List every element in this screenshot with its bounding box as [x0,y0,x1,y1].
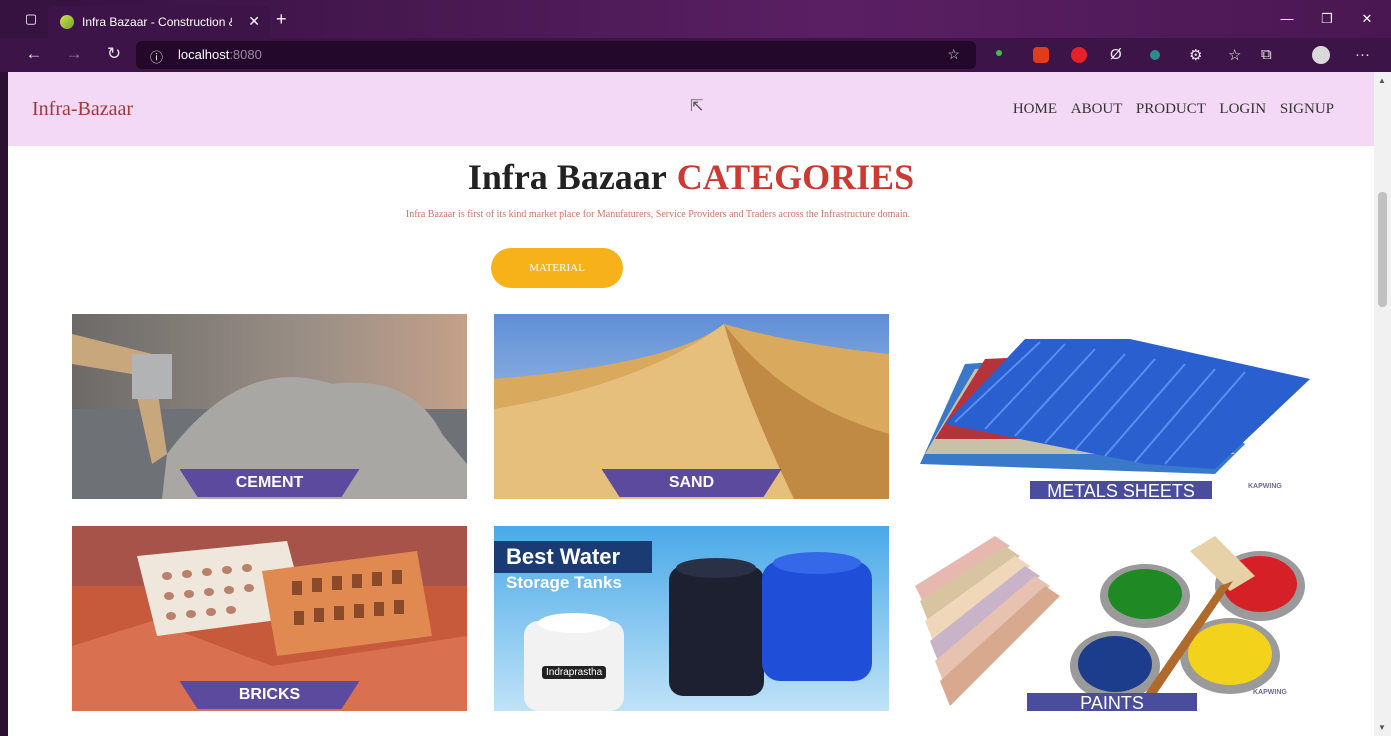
kapwing-watermark: KAPWING [1248,483,1282,490]
tab-actions-icon[interactable]: ▢ [22,10,40,28]
address-bar-row: ← → ↻ ⓘ localhost:8080 ☆ Ø ⚙ ☆ ⧉ ··· [0,38,1391,72]
category-card-metal-sheets[interactable]: METALS SHEETS KAPWING [915,314,1310,499]
browser-tab[interactable]: Infra Bazaar - Construction & Bu ✕ [48,6,270,38]
sand-label: SAND [601,469,782,497]
tab-title: Infra Bazaar - Construction & Bu [82,15,232,29]
favorites-icon[interactable]: ☆ [1228,46,1241,64]
back-icon[interactable]: ← [24,44,44,64]
browser-tab-bar: ▢ Infra Bazaar - Construction & Bu ✕ + —… [0,0,1391,38]
restore-icon[interactable]: ❐ [1318,10,1336,28]
new-tab-icon[interactable]: + [276,9,287,30]
category-card-bricks[interactable]: BRICKS [72,526,467,711]
paints-image [915,536,1305,706]
title-accent: CATEGORIES [676,157,915,197]
office-extension-icon[interactable] [1033,47,1049,63]
url-text: localhost:8080 [178,47,262,62]
favorite-star-icon[interactable]: ☆ [947,46,960,63]
adblock-extension-icon[interactable] [1071,47,1087,63]
bricks-label: BRICKS [179,681,360,709]
material-filter-button[interactable]: MATERIAL [491,248,623,288]
site-brand[interactable]: Infra-Bazaar [32,98,133,121]
metal-sheets-label: METALS SHEETS [1030,481,1212,499]
page-scrollbar[interactable]: ▲ ▼ [1374,72,1391,736]
info-icon[interactable]: ⓘ [150,47,163,66]
nav-home[interactable]: HOME [1013,101,1057,117]
opera-extension-icon[interactable]: Ø [1110,46,1122,63]
title-main: Infra Bazaar [467,157,667,197]
category-card-cement[interactable]: CEMENT [72,314,467,499]
scroll-down-icon[interactable]: ▼ [1378,723,1386,732]
nav-login[interactable]: LOGIN [1219,101,1266,117]
category-card-paints[interactable]: PAINTS KAPWING [915,526,1310,711]
collections-icon[interactable]: ⧉ [1261,46,1272,63]
nav-about[interactable]: ABOUT [1071,101,1122,117]
page-subtitle: Infra Bazaar is first of its kind market… [405,209,911,220]
forward-icon[interactable]: → [64,44,84,64]
minimize-icon[interactable]: — [1278,10,1296,28]
scroll-up-icon[interactable]: ▲ [1378,76,1386,85]
profile-avatar-icon[interactable] [1312,46,1330,64]
site-navbar: Infra-Bazaar HOME ABOUT PRODUCT LOGIN SI… [8,72,1374,146]
category-card-sand[interactable]: SAND [494,314,889,499]
address-bar[interactable]: ⓘ localhost:8080 ☆ [136,41,976,69]
web-page: Infra-Bazaar HOME ABOUT PRODUCT LOGIN SI… [8,72,1374,736]
leaf-favicon-icon [60,15,74,29]
metal-sheets-image [920,339,1310,474]
kapwing-watermark-2: KAPWING [1253,689,1287,696]
extensions-puzzle-icon[interactable]: ⚙ [1189,46,1202,64]
nav-signup[interactable]: SIGNUP [1280,101,1334,117]
page-title: Infra Bazaar CATEGORIES [8,156,1374,198]
scroll-thumb[interactable] [1378,192,1387,307]
close-tab-icon[interactable]: ✕ [248,13,260,30]
paints-label: PAINTS [1027,693,1197,711]
mouse-cursor-icon: ⇱ [690,98,704,115]
circle-extension-icon[interactable] [1150,50,1160,60]
water-image-text-2: Storage Tanks [506,573,622,592]
cement-label: CEMENT [179,469,360,497]
tank-brand-text: Indraprastha [542,666,607,679]
extension-dot-icon[interactable] [996,50,1002,56]
water-image-text-1: Best Water [494,541,652,573]
window-close-icon[interactable]: ✕ [1358,10,1376,28]
nav-product[interactable]: PRODUCT [1136,101,1206,117]
category-card-water-tanks[interactable]: Best Water Storage Tanks Indraprastha [494,526,889,711]
more-menu-icon[interactable]: ··· [1355,46,1370,63]
nav-links: HOME ABOUT PRODUCT LOGIN SIGNUP [1003,101,1334,118]
refresh-icon[interactable]: ↻ [104,44,124,64]
